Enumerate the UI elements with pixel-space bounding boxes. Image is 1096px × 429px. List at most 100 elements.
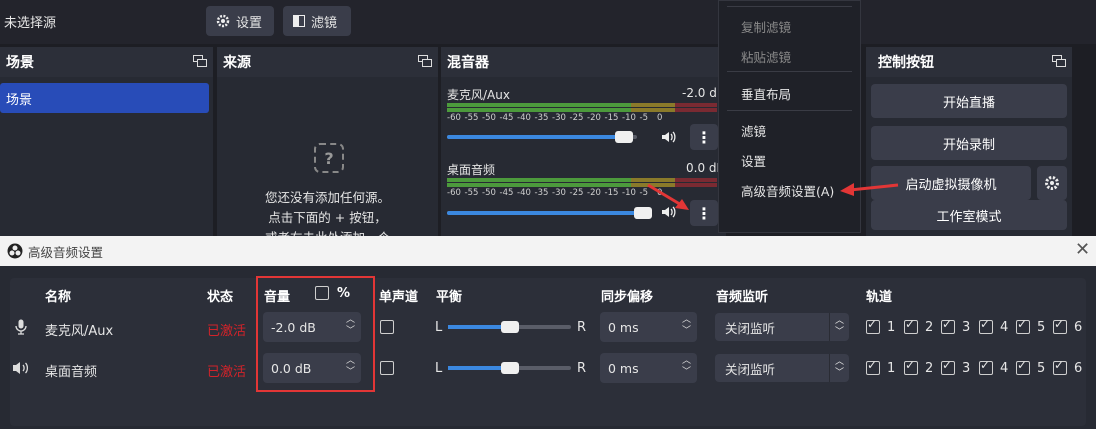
- spin-arrows-icon[interactable]: ︿ ﹀: [682, 315, 691, 337]
- track-checkbox[interactable]: [941, 317, 955, 334]
- track-checkbox[interactable]: [866, 358, 880, 375]
- audio-monitor-select[interactable]: 关闭监听 ︿ ﹀: [715, 313, 849, 341]
- balance-slider[interactable]: [448, 362, 571, 374]
- start-recording-button[interactable]: 开始录制: [871, 126, 1067, 160]
- audio-monitor-value: 关闭监听: [725, 320, 776, 336]
- track-label: 3: [962, 320, 971, 335]
- menu-item-copy-filters[interactable]: 复制滤镜: [741, 17, 791, 36]
- sync-offset-spinbox[interactable]: 0 ms ︿ ﹀: [600, 353, 697, 383]
- meter-ticks: -60-55-50-45-40-35-30-25-20-15-10-50: [447, 113, 663, 123]
- sources-dock: 来源 ? 您还没有添加任何源。 点击下面的 + 按钮， 或者右击此处添加一个: [217, 47, 438, 237]
- track-checkbox[interactable]: [979, 317, 993, 334]
- mixer-menu-button[interactable]: ⋮: [690, 124, 718, 150]
- track-checkbox[interactable]: [1053, 317, 1067, 334]
- studio-mode-button[interactable]: 工作室模式: [871, 200, 1067, 230]
- no-source-selected-label: 未选择源: [4, 16, 57, 31]
- status-label: 已激活: [207, 324, 247, 339]
- dialog-title: 高级音频设置: [28, 245, 104, 260]
- mixer-menu-button[interactable]: ⋮: [690, 200, 718, 226]
- balance-left-label: L: [435, 320, 443, 335]
- speaker-icon: [13, 362, 29, 374]
- obs-logo-icon: [7, 243, 23, 259]
- track-checkbox[interactable]: [979, 358, 993, 375]
- sources-empty-line1: 您还没有添加任何源。: [264, 190, 390, 205]
- track-label: 4: [1000, 361, 1009, 376]
- mono-checkbox[interactable]: [380, 361, 394, 375]
- header-balance: 平衡: [436, 290, 463, 305]
- track-checkbox[interactable]: [1016, 358, 1030, 375]
- scene-item-label: 场景: [6, 92, 33, 108]
- menu-item-vertical-layout[interactable]: 垂直布局: [741, 84, 791, 103]
- header-mono: 单声道: [379, 290, 419, 305]
- controls-title: 控制按钮: [878, 55, 934, 71]
- top-toolbar: [0, 0, 1096, 44]
- close-icon[interactable]: ✕: [1075, 239, 1090, 260]
- balance-right-label: R: [577, 320, 587, 335]
- track-label: 6: [1074, 320, 1083, 335]
- sources-title: 来源: [223, 55, 251, 71]
- question-icon: ?: [314, 143, 344, 173]
- mono-checkbox[interactable]: [380, 320, 394, 334]
- audio-meter: [447, 108, 717, 112]
- sync-offset-value: 0 ms: [608, 319, 639, 335]
- microphone-icon: [15, 319, 27, 335]
- annotation-arrow: [647, 183, 689, 210]
- mixer-dock-header: 混音器: [441, 47, 726, 77]
- header-tracks: 轨道: [866, 290, 893, 305]
- track-checkbox[interactable]: [1053, 358, 1067, 375]
- filters-button[interactable]: 滤镜: [283, 6, 351, 36]
- track-label: 1: [887, 320, 896, 335]
- meter-ticks: -60-55-50-45-40-35-30-25-20-15-10-50: [447, 188, 662, 198]
- header-status: 状态: [207, 290, 234, 305]
- undock-icon[interactable]: [418, 55, 432, 67]
- scenes-dock-header: 场景: [0, 47, 213, 77]
- volume-slider[interactable]: [447, 131, 637, 143]
- start-streaming-button[interactable]: 开始直播: [871, 84, 1067, 118]
- highlight-box: [256, 276, 375, 392]
- header-sync-offset: 同步偏移: [601, 290, 654, 305]
- track-label: 3: [962, 361, 971, 376]
- sources-dock-header: 来源: [217, 47, 438, 77]
- mixer-channel-name: 麦克风/Aux: [447, 88, 510, 102]
- track-checkbox[interactable]: [941, 358, 955, 375]
- track-label: 2: [925, 320, 934, 335]
- menu-item-paste-filters[interactable]: 粘贴滤镜: [741, 47, 791, 66]
- source-name: 桌面音频: [45, 365, 98, 380]
- speaker-icon[interactable]: [660, 129, 676, 145]
- undock-icon[interactable]: [193, 55, 207, 67]
- context-menu: 复制滤镜 粘贴滤镜 垂直布局 滤镜 设置 高级音频设置(A): [718, 0, 861, 233]
- track-checkbox[interactable]: [866, 317, 880, 334]
- menu-item-advanced-audio[interactable]: 高级音频设置(A): [741, 181, 834, 200]
- virtual-camera-settings-button[interactable]: [1037, 166, 1067, 200]
- scenes-dock: 场景 场景: [0, 47, 213, 237]
- track-checkbox[interactable]: [904, 317, 918, 334]
- undock-icon[interactable]: [1052, 55, 1066, 67]
- track-checkbox[interactable]: [1016, 317, 1030, 334]
- track-checkbox[interactable]: [904, 358, 918, 375]
- menu-item-properties[interactable]: 设置: [741, 151, 766, 170]
- annotation-arrow: [840, 183, 899, 196]
- sync-offset-value: 0 ms: [608, 360, 639, 376]
- balance-slider[interactable]: [448, 321, 571, 333]
- volume-slider[interactable]: [447, 207, 652, 219]
- filter-icon: [293, 15, 305, 27]
- select-arrows-icon: ︿ ﹀: [829, 354, 849, 382]
- sync-offset-spinbox[interactable]: 0 ms ︿ ﹀: [600, 312, 697, 342]
- select-arrows-icon: ︿ ﹀: [829, 313, 849, 341]
- dialog-titlebar: 高级音频设置 ✕: [0, 236, 1096, 267]
- audio-settings-table: [10, 278, 1086, 426]
- track-label: 5: [1037, 320, 1046, 335]
- scene-list-item[interactable]: 场景: [0, 83, 209, 113]
- track-label: 4: [1000, 320, 1009, 335]
- gear-icon: [216, 14, 230, 28]
- spin-arrows-icon[interactable]: ︿ ﹀: [682, 356, 691, 378]
- track-label: 1: [887, 361, 896, 376]
- settings-button[interactable]: 设置: [206, 6, 274, 36]
- audio-monitor-select[interactable]: 关闭监听 ︿ ﹀: [715, 354, 849, 382]
- mixer-title: 混音器: [447, 55, 489, 71]
- settings-button-label: 设置: [236, 15, 263, 31]
- scenes-title: 场景: [6, 55, 34, 71]
- audio-meter: [447, 103, 717, 107]
- menu-item-filters[interactable]: 滤镜: [741, 121, 766, 140]
- source-name: 麦克风/Aux: [45, 324, 114, 339]
